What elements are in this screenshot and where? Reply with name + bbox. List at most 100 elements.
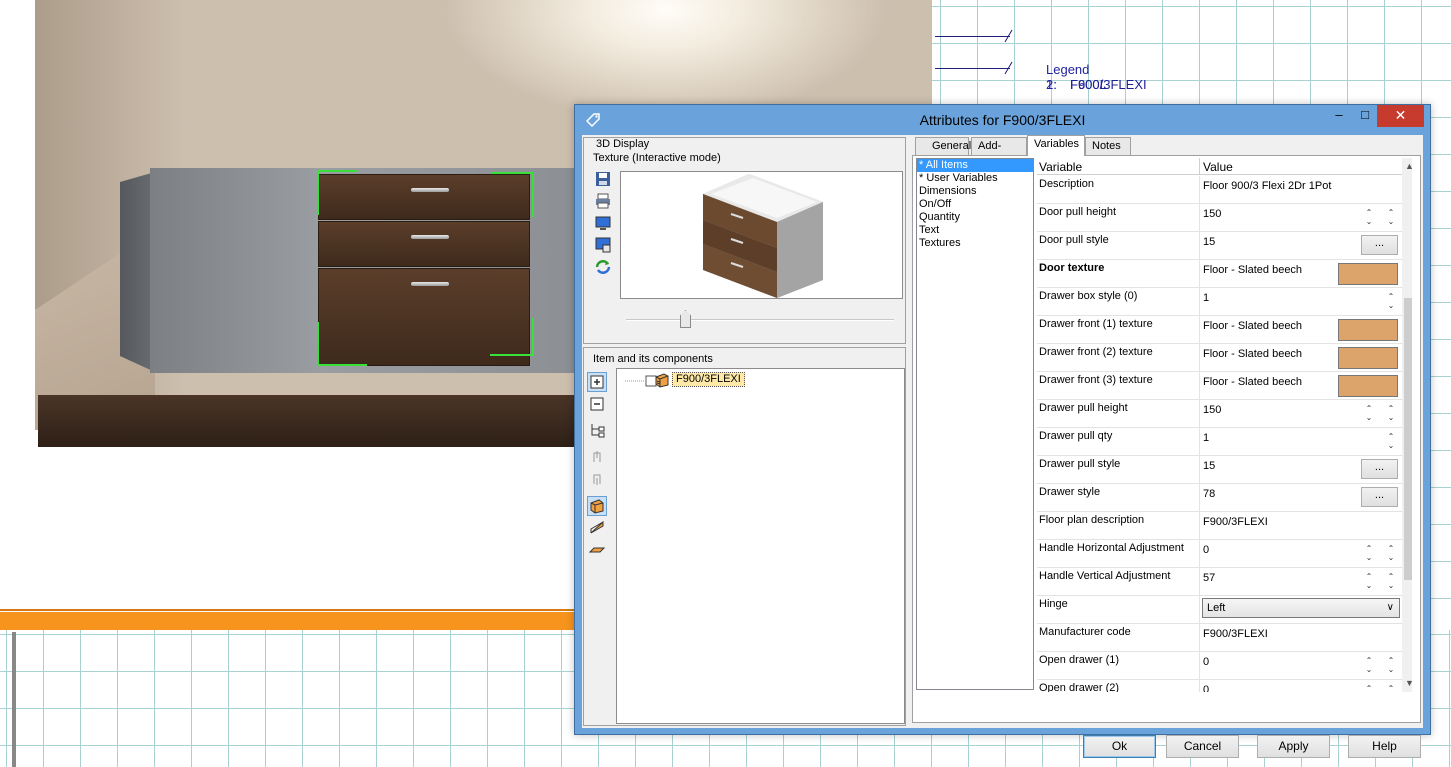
texture-swatch[interactable] bbox=[1338, 347, 1398, 369]
category-textures[interactable]: Textures bbox=[917, 237, 1033, 250]
variable-value[interactable]: 0 bbox=[1203, 656, 1209, 668]
copy-down-icon[interactable] bbox=[587, 448, 607, 468]
variable-value[interactable]: 0 bbox=[1203, 684, 1209, 692]
spin-arrows-icon[interactable]: ⌃⌄ bbox=[1364, 404, 1374, 422]
variable-value[interactable]: F900/3FLEXI bbox=[1203, 516, 1268, 528]
spin-arrows-icon[interactable]: ⌃⌄ bbox=[1386, 208, 1396, 226]
zoom-slider-thumb[interactable] bbox=[680, 310, 691, 328]
copy-up-icon[interactable] bbox=[587, 470, 607, 490]
variable-value[interactable]: 57 bbox=[1203, 572, 1215, 584]
grid-scrollbar[interactable]: ▲ ▼ bbox=[1402, 158, 1412, 692]
grid-row[interactable]: Open drawer (2) 0 ⌃⌄ ⌃⌄ bbox=[1037, 680, 1402, 692]
save-icon[interactable] bbox=[594, 170, 612, 188]
shelf-icon[interactable] bbox=[587, 540, 607, 560]
ok-button[interactable]: Ok bbox=[1083, 735, 1156, 758]
render-window-icon[interactable] bbox=[594, 236, 612, 254]
cancel-button[interactable]: Cancel bbox=[1166, 735, 1239, 758]
print-icon[interactable] bbox=[594, 192, 612, 210]
grid-row[interactable]: Open drawer (1) 0 ⌃ ⌄ ⌃ ⌄ bbox=[1037, 652, 1402, 680]
grid-row[interactable]: Door pull style 15... bbox=[1037, 232, 1402, 260]
category-dimensions[interactable]: Dimensions bbox=[917, 185, 1033, 198]
monitor-icon[interactable] bbox=[594, 214, 612, 232]
refresh-icon[interactable] bbox=[594, 258, 612, 276]
grid-row[interactable]: Drawer pull height 150 ⌃ ⌄ ⌃ ⌄ bbox=[1037, 400, 1402, 428]
selection-handle[interactable] bbox=[490, 318, 534, 356]
zoom-slider-track[interactable] bbox=[626, 319, 894, 321]
apply-button[interactable]: Apply bbox=[1257, 735, 1330, 758]
grid-row[interactable]: Drawer pull qty 1 ⌃ ⌄ bbox=[1037, 428, 1402, 456]
spin-arrows-icon[interactable]: ⌃⌄ bbox=[1364, 684, 1374, 692]
spin-arrows-icon[interactable]: ⌃⌄ bbox=[1386, 292, 1396, 310]
maximize-button[interactable]: □ bbox=[1351, 105, 1379, 127]
grid-row[interactable]: Drawer box style (0) 1 ⌃ ⌄ bbox=[1037, 288, 1402, 316]
scroll-thumb[interactable] bbox=[1404, 298, 1412, 580]
spin-arrows-icon[interactable]: ⌃⌄ bbox=[1364, 572, 1374, 590]
drawer-front-2[interactable] bbox=[318, 221, 530, 267]
spin-arrows-icon[interactable]: ⌃⌄ bbox=[1386, 684, 1396, 692]
texture-swatch[interactable] bbox=[1338, 319, 1398, 341]
variable-value[interactable]: 78 bbox=[1203, 488, 1215, 500]
selection-handle[interactable] bbox=[317, 170, 357, 215]
grid-row[interactable]: Drawer front (1) texture Floor - Slated b… bbox=[1037, 316, 1402, 344]
tab-notes[interactable]: Notes bbox=[1085, 137, 1131, 155]
tab-variables[interactable]: Variables bbox=[1027, 135, 1085, 156]
grid-row[interactable]: Door texture Floor - Slated beech bbox=[1037, 260, 1402, 288]
variable-value[interactable]: 15 bbox=[1203, 460, 1215, 472]
category-on-off[interactable]: On/Off bbox=[917, 198, 1033, 211]
collapse-icon[interactable] bbox=[587, 395, 607, 415]
category-user-variables[interactable]: * User Variables bbox=[917, 172, 1033, 185]
column-header-value[interactable]: Value bbox=[1203, 160, 1233, 174]
grid-row[interactable]: Manufacturer code F900/3FLEXI bbox=[1037, 624, 1402, 652]
variable-value[interactable]: 150 bbox=[1203, 208, 1221, 220]
category-list[interactable]: * All Items * User Variables Dimensions … bbox=[916, 158, 1034, 690]
spin-arrows-icon[interactable]: ⌃⌄ bbox=[1386, 432, 1396, 450]
category-quantity[interactable]: Quantity bbox=[917, 211, 1033, 224]
help-button[interactable]: Help bbox=[1348, 735, 1421, 758]
components-tree[interactable]: F900/3FLEXI bbox=[616, 368, 905, 724]
variable-value[interactable]: Floor - Slated beech bbox=[1203, 376, 1302, 388]
spin-arrows-icon[interactable]: ⌃⌄ bbox=[1364, 544, 1374, 562]
variable-value[interactable]: 1 bbox=[1203, 292, 1209, 304]
variable-value[interactable]: Floor - Slated beech bbox=[1203, 320, 1302, 332]
side-panel-icon[interactable] bbox=[587, 518, 607, 538]
grid-row[interactable]: Door pull height 150 ⌃ ⌄ ⌃ ⌄ bbox=[1037, 204, 1402, 232]
grid-row[interactable]: Hinge Left ∨ bbox=[1037, 596, 1402, 624]
grid-row[interactable]: Floor plan description F900/3FLEXI bbox=[1037, 512, 1402, 540]
browse-button[interactable]: ... bbox=[1361, 459, 1398, 479]
category-text[interactable]: Text bbox=[917, 224, 1033, 237]
spin-arrows-icon[interactable]: ⌃⌄ bbox=[1364, 656, 1374, 674]
spin-arrows-icon[interactable]: ⌃⌄ bbox=[1386, 656, 1396, 674]
grid-row[interactable]: Handle Vertical Adjustment 57 ⌃ ⌄ ⌃ ⌄ bbox=[1037, 568, 1402, 596]
category-all-items[interactable]: * All Items bbox=[917, 159, 1033, 172]
tree-structure-icon[interactable] bbox=[587, 421, 607, 441]
close-button[interactable]: ✕ bbox=[1377, 105, 1424, 127]
spin-arrows-icon[interactable]: ⌃⌄ bbox=[1364, 208, 1374, 226]
variable-value[interactable]: Floor - Slated beech bbox=[1203, 264, 1302, 276]
texture-swatch[interactable] bbox=[1338, 263, 1398, 285]
grid-row[interactable]: Description Floor 900/3 Flexi 2Dr 1Pot bbox=[1037, 176, 1402, 204]
browse-button[interactable]: ... bbox=[1361, 235, 1398, 255]
spin-arrows-icon[interactable]: ⌃⌄ bbox=[1386, 544, 1396, 562]
minimize-button[interactable]: – bbox=[1325, 105, 1353, 127]
variable-value[interactable]: 150 bbox=[1203, 404, 1221, 416]
variable-value[interactable]: Floor - Slated beech bbox=[1203, 348, 1302, 360]
grid-row[interactable]: Drawer front (3) texture Floor - Slated b… bbox=[1037, 372, 1402, 400]
browse-button[interactable]: ... bbox=[1361, 487, 1398, 507]
box-view-icon[interactable] bbox=[587, 496, 607, 516]
expand-icon[interactable] bbox=[587, 372, 607, 392]
selection-handle[interactable] bbox=[317, 322, 367, 366]
tab-general[interactable]: General bbox=[915, 137, 971, 155]
dialog-titlebar[interactable]: Attributes for F900/3FLEXI – □ ✕ bbox=[575, 105, 1430, 135]
variable-value[interactable]: 0 bbox=[1203, 544, 1209, 556]
texture-preview[interactable] bbox=[620, 171, 903, 299]
grid-row[interactable]: Drawer pull style 15... bbox=[1037, 456, 1402, 484]
variables-grid[interactable]: Variable Value Description Floor 900/3 Fl… bbox=[1037, 158, 1412, 692]
spin-arrows-icon[interactable]: ⌃⌄ bbox=[1386, 572, 1396, 590]
variable-value[interactable]: F900/3FLEXI bbox=[1203, 628, 1268, 640]
scroll-down-icon[interactable]: ▼ bbox=[1402, 678, 1412, 688]
tree-item-cabinet[interactable]: F900/3FLEXI bbox=[672, 372, 745, 387]
column-header-variable[interactable]: Variable bbox=[1039, 160, 1082, 174]
grid-row[interactable]: Drawer front (2) texture Floor - Slated b… bbox=[1037, 344, 1402, 372]
texture-swatch[interactable] bbox=[1338, 375, 1398, 397]
spin-arrows-icon[interactable]: ⌃⌄ bbox=[1386, 404, 1396, 422]
